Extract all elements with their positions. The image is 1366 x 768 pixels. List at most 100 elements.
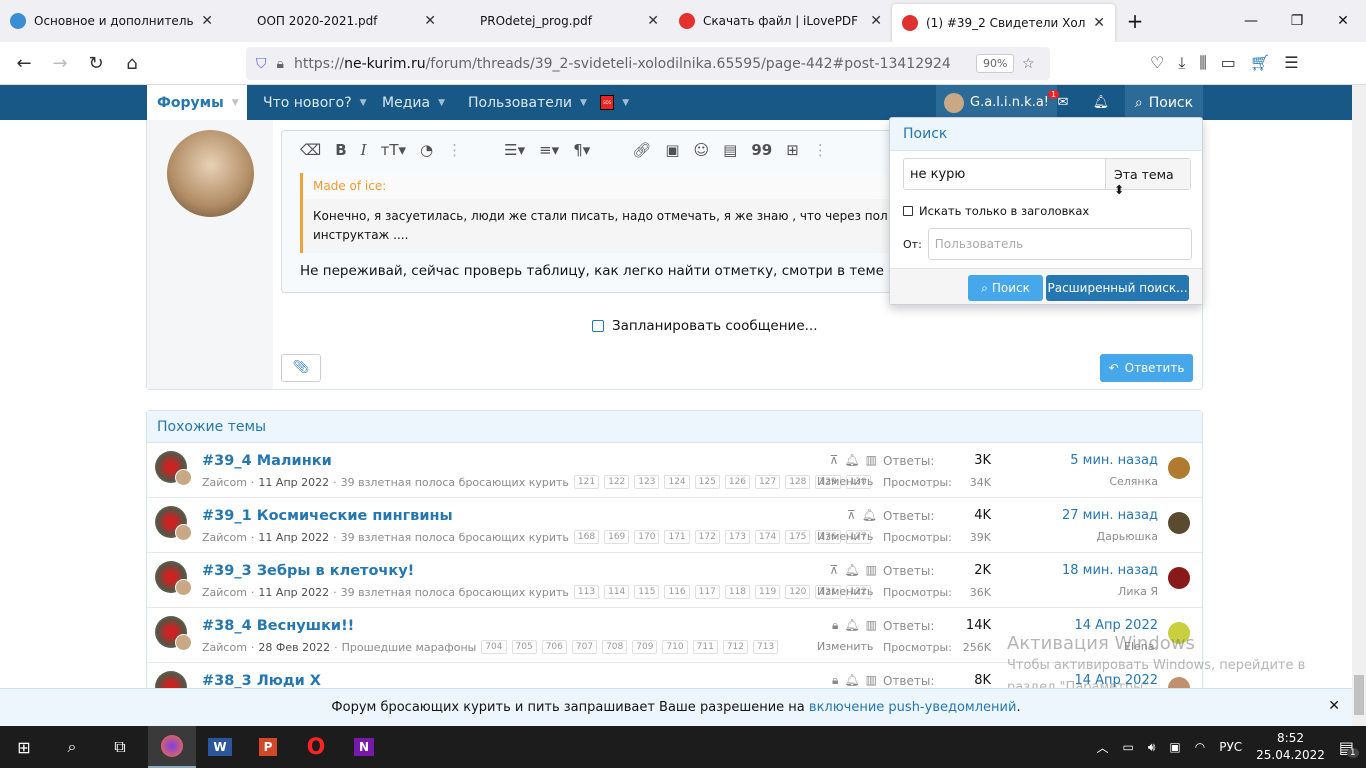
push-enable-link[interactable]: включение push-уведомлений: [809, 700, 1017, 715]
attach-button[interactable]: 📎︎: [281, 354, 321, 382]
page-link[interactable]: 123: [634, 475, 660, 489]
page-link[interactable]: 128: [785, 475, 811, 489]
page-link[interactable]: 120: [785, 585, 811, 599]
page-link[interactable]: 118: [724, 585, 751, 599]
notifications-icon[interactable]: ▤ 1: [1339, 738, 1359, 758]
inbox-button[interactable]: ✉ 1: [1048, 85, 1078, 120]
sidebar-icon[interactable]: ▭: [1221, 53, 1236, 73]
bell-icon[interactable]: 🔔︎: [844, 618, 859, 632]
wifi-icon[interactable]: ◠: [1195, 740, 1205, 754]
table-icon[interactable]: ⊞: [786, 141, 799, 159]
back-icon[interactable]: ←: [6, 53, 42, 74]
close-tab-icon[interactable]: ✕: [647, 13, 659, 29]
member-input[interactable]: Пользователь: [927, 228, 1192, 260]
bell-icon[interactable]: 🔔︎: [844, 453, 859, 467]
powerpoint-icon[interactable]: P: [244, 726, 292, 768]
thread-title[interactable]: #39_1 Космические пингвины: [202, 508, 453, 524]
stats-icon[interactable]: ▥: [866, 618, 877, 632]
reply-button[interactable]: ↶ Ответить: [1100, 354, 1193, 382]
thread-forum[interactable]: 39 взлетная полоса бросающих курить: [341, 476, 569, 489]
task-view-icon[interactable]: ⧉: [96, 726, 144, 768]
language-indicator[interactable]: РУС: [1219, 740, 1242, 754]
page-link[interactable]: 169: [604, 530, 630, 544]
page-link[interactable]: 121: [573, 475, 600, 489]
scrollbar[interactable]: [1352, 85, 1366, 726]
advanced-search-button[interactable]: Расширенный поиск...: [1046, 275, 1189, 301]
tray-chevron-icon[interactable]: ︿: [1096, 739, 1108, 756]
lock-icon[interactable]: 🔒︎: [832, 673, 838, 687]
pin-icon[interactable]: ⊼: [830, 563, 839, 577]
thread-author[interactable]: Zaйcom: [202, 586, 247, 599]
close-tab-icon[interactable]: ✕: [1093, 15, 1105, 31]
battery-icon[interactable]: ▭: [1122, 740, 1133, 754]
image-icon[interactable]: ▣: [665, 141, 679, 159]
close-tab-icon[interactable]: ✕: [870, 13, 882, 29]
quote-icon[interactable]: 99: [751, 141, 772, 159]
search-button[interactable]: ⌕ Поиск: [968, 275, 1043, 301]
page-link[interactable]: 710: [662, 640, 688, 654]
page-link[interactable]: 171: [664, 530, 690, 544]
paragraph-icon[interactable]: ¶▾: [573, 141, 590, 159]
page-link[interactable]: 704: [481, 640, 507, 654]
page-link[interactable]: 713: [753, 640, 779, 654]
last-post-time[interactable]: 14 Апр 2022: [1074, 618, 1158, 633]
reload-icon[interactable]: ↻: [78, 53, 114, 74]
page-link[interactable]: 127: [755, 475, 781, 489]
page-link[interactable]: 116: [664, 585, 690, 599]
page-link[interactable]: 117: [694, 585, 720, 599]
search-icon[interactable]: ⌕: [48, 726, 96, 768]
page-link[interactable]: 706: [541, 640, 567, 654]
last-post-time[interactable]: 27 мин. назад: [1062, 508, 1158, 523]
page-link[interactable]: 707: [571, 640, 598, 654]
volume-icon[interactable]: 🔊︎: [1148, 740, 1156, 755]
edit-link[interactable]: Изменить: [817, 585, 873, 598]
thread-title[interactable]: #38_3 Люди Х: [202, 673, 321, 689]
page-link[interactable]: 708: [602, 640, 628, 654]
opera-icon[interactable]: O: [292, 726, 340, 768]
page-link[interactable]: 124: [664, 475, 690, 489]
media-icon[interactable]: ▤: [723, 141, 737, 159]
nav-media[interactable]: Медиа ▼: [382, 85, 445, 120]
eraser-icon[interactable]: ⌫: [300, 141, 321, 159]
last-post-time[interactable]: 5 мин. назад: [1070, 453, 1158, 468]
clock[interactable]: 8:52 25.04.2022: [1256, 730, 1325, 764]
stats-icon[interactable]: ▥: [866, 563, 877, 577]
start-icon[interactable]: ⊞: [0, 726, 48, 768]
pin-icon[interactable]: ⊼: [830, 453, 839, 467]
close-tab-icon[interactable]: ✕: [201, 13, 213, 29]
titles-only-checkbox[interactable]: Искать только в заголовках: [903, 204, 1089, 218]
nav-whats-new[interactable]: Что нового? ▼: [263, 85, 367, 120]
last-poster[interactable]: Дарьюшка: [1096, 530, 1158, 543]
list-icon[interactable]: ☰▾: [504, 141, 525, 159]
thread-title[interactable]: #39_3 Зебры в клеточку!: [202, 563, 414, 579]
display-warning-icon[interactable]: ▣: [1169, 740, 1180, 754]
library-icon[interactable]: ⫼: [1199, 53, 1206, 73]
search-nav-button[interactable]: ⌕ Поиск: [1125, 85, 1203, 120]
close-window-button[interactable]: ✕: [1320, 0, 1366, 42]
bold-icon[interactable]: B: [335, 141, 346, 159]
nav-users[interactable]: Пользователи ▼: [468, 85, 587, 120]
browser-tab[interactable]: (1) #39_2 Свидетели Холодильника ✕: [892, 4, 1115, 42]
page-link[interactable]: 119: [755, 585, 781, 599]
page-link[interactable]: 711: [692, 640, 718, 654]
schedule-checkbox[interactable]: Запланировать сообщение...: [592, 318, 818, 334]
text-size-icon[interactable]: тT▾: [381, 141, 406, 159]
page-link[interactable]: 126: [724, 475, 751, 489]
search-scope-select[interactable]: Эта тема ⬍: [1105, 159, 1190, 197]
lock-icon[interactable]: 🔒︎: [832, 618, 838, 632]
thread-author[interactable]: Zaйcom: [202, 641, 247, 654]
last-poster[interactable]: Селянка: [1109, 475, 1158, 488]
thread-title[interactable]: #39_4 Малинки: [202, 453, 332, 469]
thread-forum[interactable]: 39 взлетная полоса бросающих курить: [341, 531, 569, 544]
browser-tab[interactable]: ООП 2020-2021.pdf ✕: [223, 0, 446, 42]
pocket-icon[interactable]: ♡: [1150, 53, 1164, 73]
close-tab-icon[interactable]: ✕: [424, 13, 436, 29]
thread-title[interactable]: #38_4 Веснушки!!: [202, 618, 354, 634]
last-poster[interactable]: Elena.: [1124, 640, 1158, 653]
browser-tab[interactable]: Основное и дополнительное о ✕: [0, 0, 223, 42]
restore-button[interactable]: ❐: [1274, 0, 1320, 42]
edit-link[interactable]: Изменить: [817, 530, 873, 543]
page-link[interactable]: 712: [722, 640, 749, 654]
page-link[interactable]: 122: [604, 475, 630, 489]
bell-icon[interactable]: 🔔︎: [862, 508, 877, 522]
